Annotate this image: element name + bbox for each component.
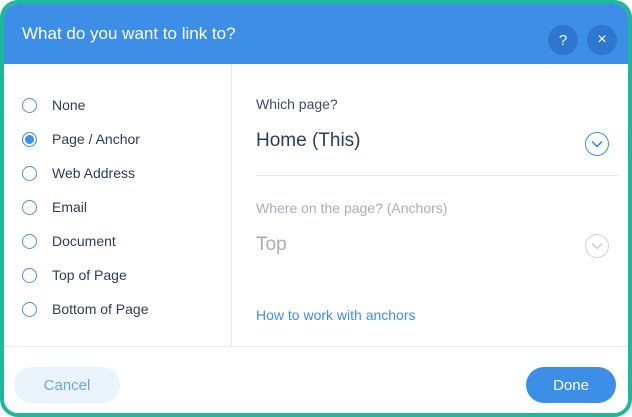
option-page-anchor[interactable]: Page / Anchor — [22, 129, 140, 149]
close-icon: × — [597, 31, 607, 48]
anchor-select-value: Top — [256, 234, 287, 255]
option-label: Email — [52, 199, 88, 215]
radio-page-anchor[interactable] — [22, 131, 37, 147]
option-web-address[interactable]: Web Address — [22, 163, 135, 183]
link-settings-panel: Which page? Home (This) Where on the pag… — [232, 64, 628, 346]
radio-none[interactable] — [22, 97, 37, 113]
link-dialog: What do you want to link to? ? × None Pa… — [0, 0, 632, 417]
option-label: Document — [52, 233, 116, 249]
help-icon: ? — [558, 31, 568, 49]
section-divider — [256, 175, 618, 176]
option-bottom-of-page[interactable]: Bottom of Page — [22, 299, 149, 319]
option-none[interactable]: None — [22, 95, 85, 115]
radio-top-of-page[interactable] — [22, 267, 37, 283]
page-select-label: Which page? — [256, 96, 338, 112]
page-select-value[interactable]: Home (This) — [256, 130, 361, 152]
link-type-list: None Page / Anchor Web Address Email Doc… — [4, 64, 232, 346]
close-button[interactable]: × — [587, 25, 617, 55]
dialog-header: What do you want to link to? ? × — [4, 4, 628, 64]
option-top-of-page[interactable]: Top of Page — [22, 265, 127, 285]
option-document[interactable]: Document — [22, 231, 116, 251]
dialog-footer: Cancel Done — [4, 346, 628, 413]
help-button[interactable]: ? — [548, 25, 578, 55]
anchor-select-label: Where on the page? (Anchors) — [256, 200, 448, 216]
dialog-title: What do you want to link to? — [22, 24, 236, 43]
radio-bottom-of-page[interactable] — [22, 301, 37, 317]
radio-email[interactable] — [22, 199, 37, 215]
option-label: None — [52, 97, 86, 113]
done-button[interactable]: Done — [526, 367, 616, 403]
radio-web-address[interactable] — [22, 165, 37, 181]
option-label: Web Address — [52, 165, 136, 181]
chevron-down-icon — [591, 242, 603, 250]
anchor-dropdown-button — [585, 234, 609, 258]
option-label: Page / Anchor — [52, 131, 140, 147]
radio-document[interactable] — [22, 233, 37, 249]
anchors-help-link[interactable]: How to work with anchors — [256, 307, 416, 323]
option-email[interactable]: Email — [22, 197, 87, 217]
page-dropdown-button[interactable] — [585, 132, 609, 156]
cancel-button[interactable]: Cancel — [14, 367, 120, 403]
chevron-down-icon — [591, 140, 603, 148]
option-label: Bottom of Page — [52, 301, 149, 317]
option-label: Top of Page — [52, 267, 127, 283]
